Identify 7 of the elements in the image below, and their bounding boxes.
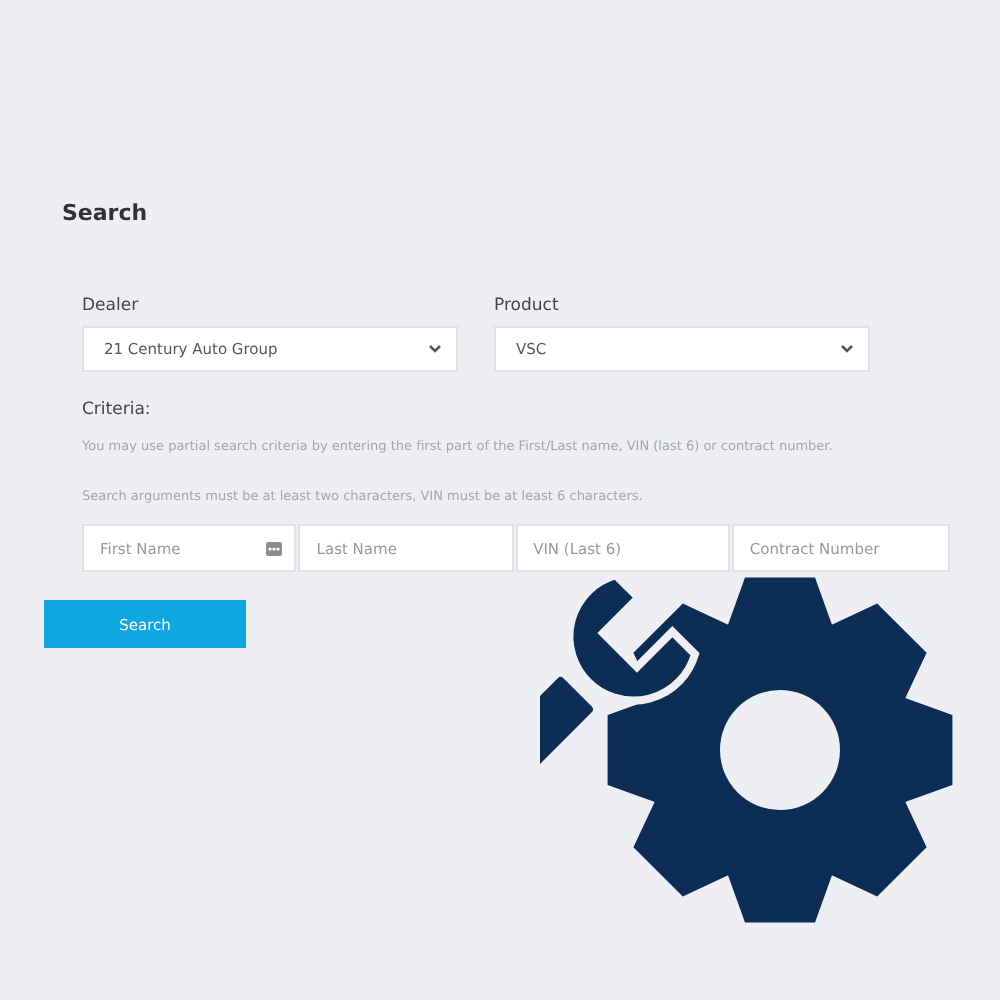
field-label: Dealer xyxy=(82,296,139,316)
chevron-icon xyxy=(428,344,442,354)
field-label: Product xyxy=(494,296,559,316)
dots-icon xyxy=(266,541,283,555)
chevron-icon xyxy=(840,344,854,354)
criteria-label: Criteria: xyxy=(82,400,151,420)
section-heading: Search xyxy=(62,200,148,226)
